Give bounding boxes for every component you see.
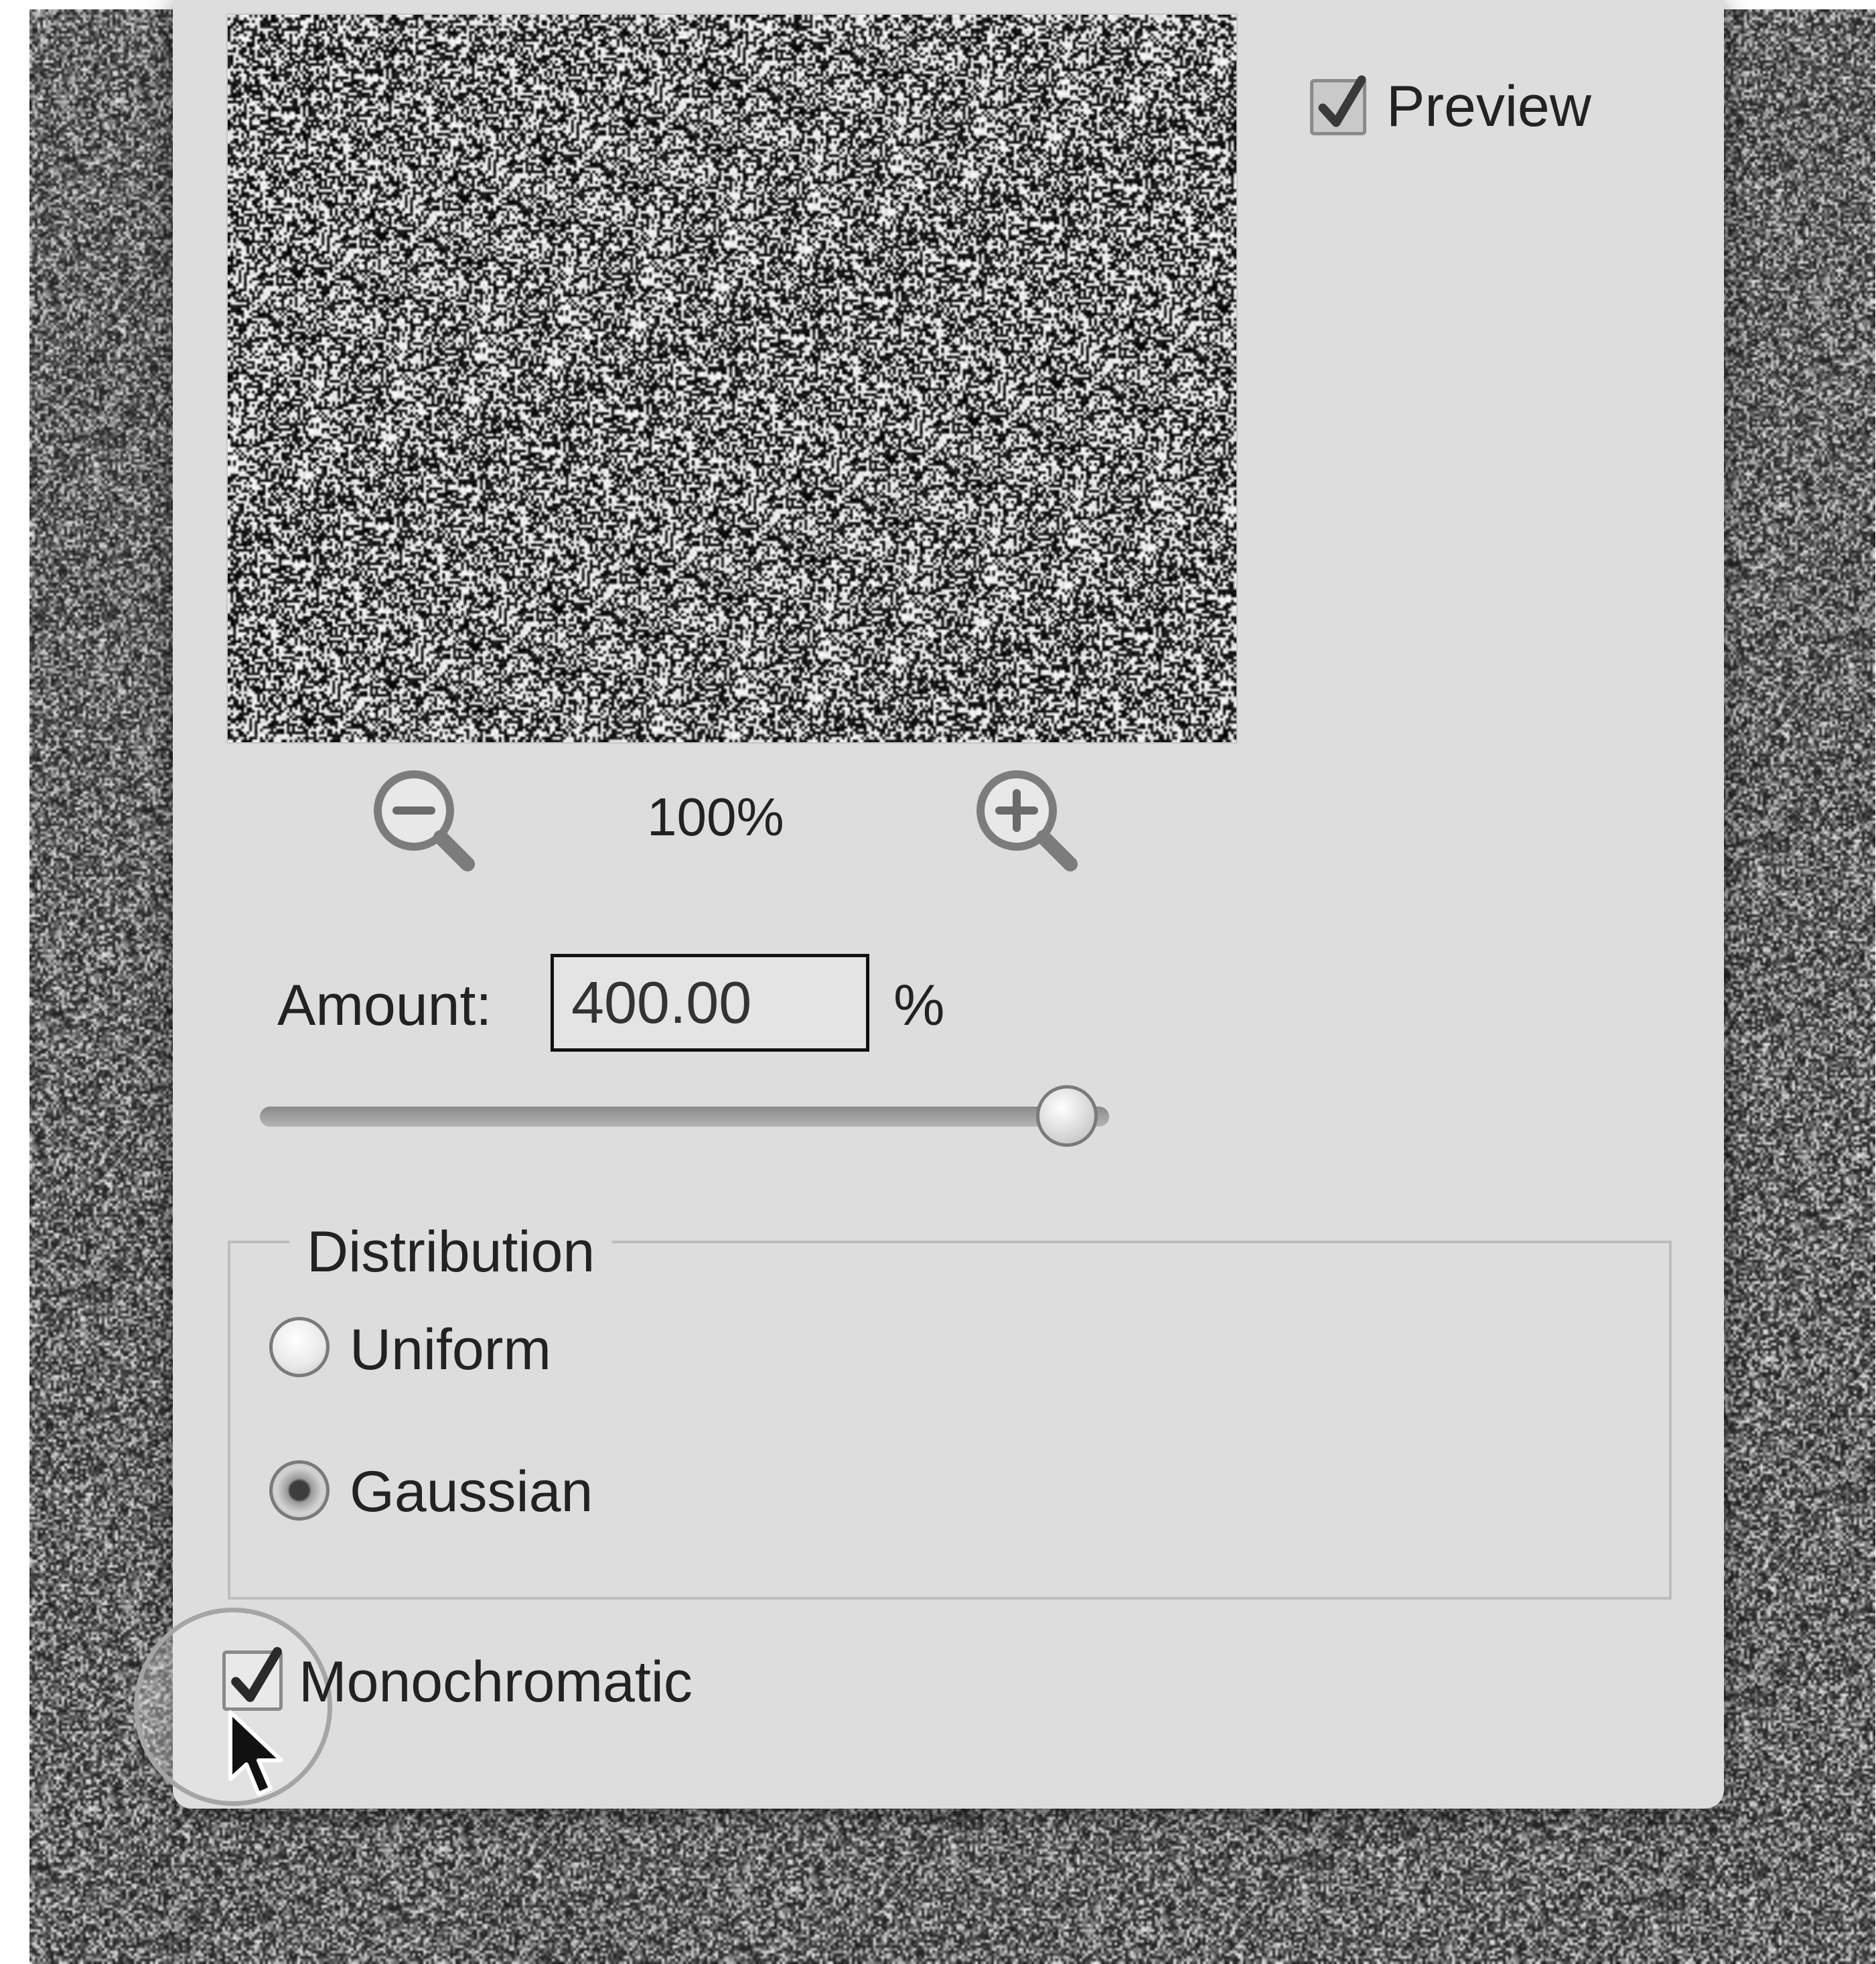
amount-slider-knob[interactable] xyxy=(1035,1085,1098,1147)
monochromatic-checkbox[interactable] xyxy=(222,1646,283,1711)
amount-slider[interactable] xyxy=(260,1107,1109,1127)
amount-unit: % xyxy=(893,973,945,1038)
distribution-legend: Distribution xyxy=(289,1219,613,1285)
preview-image[interactable] xyxy=(226,13,1238,744)
radio-gaussian-label: Gaussian xyxy=(350,1460,593,1524)
checkmark-icon xyxy=(1318,75,1366,127)
radio-uniform-label: Uniform xyxy=(350,1318,552,1382)
radio-uniform[interactable] xyxy=(269,1317,330,1377)
zoom-level: 100% xyxy=(647,787,784,847)
monochromatic-label: Monochromatic xyxy=(299,1650,693,1714)
zoom-out-icon[interactable] xyxy=(367,764,481,878)
checkmark-icon xyxy=(231,1646,282,1702)
distribution-group xyxy=(228,1241,1672,1600)
preview-checkbox[interactable] xyxy=(1310,75,1366,135)
zoom-in-icon[interactable] xyxy=(970,764,1084,878)
preview-label: Preview xyxy=(1386,74,1591,139)
amount-input[interactable]: 400.00 xyxy=(551,954,869,1052)
amount-label: Amount: xyxy=(277,973,492,1038)
mouse-cursor-icon xyxy=(228,1710,283,1796)
radio-gaussian[interactable] xyxy=(269,1460,330,1521)
